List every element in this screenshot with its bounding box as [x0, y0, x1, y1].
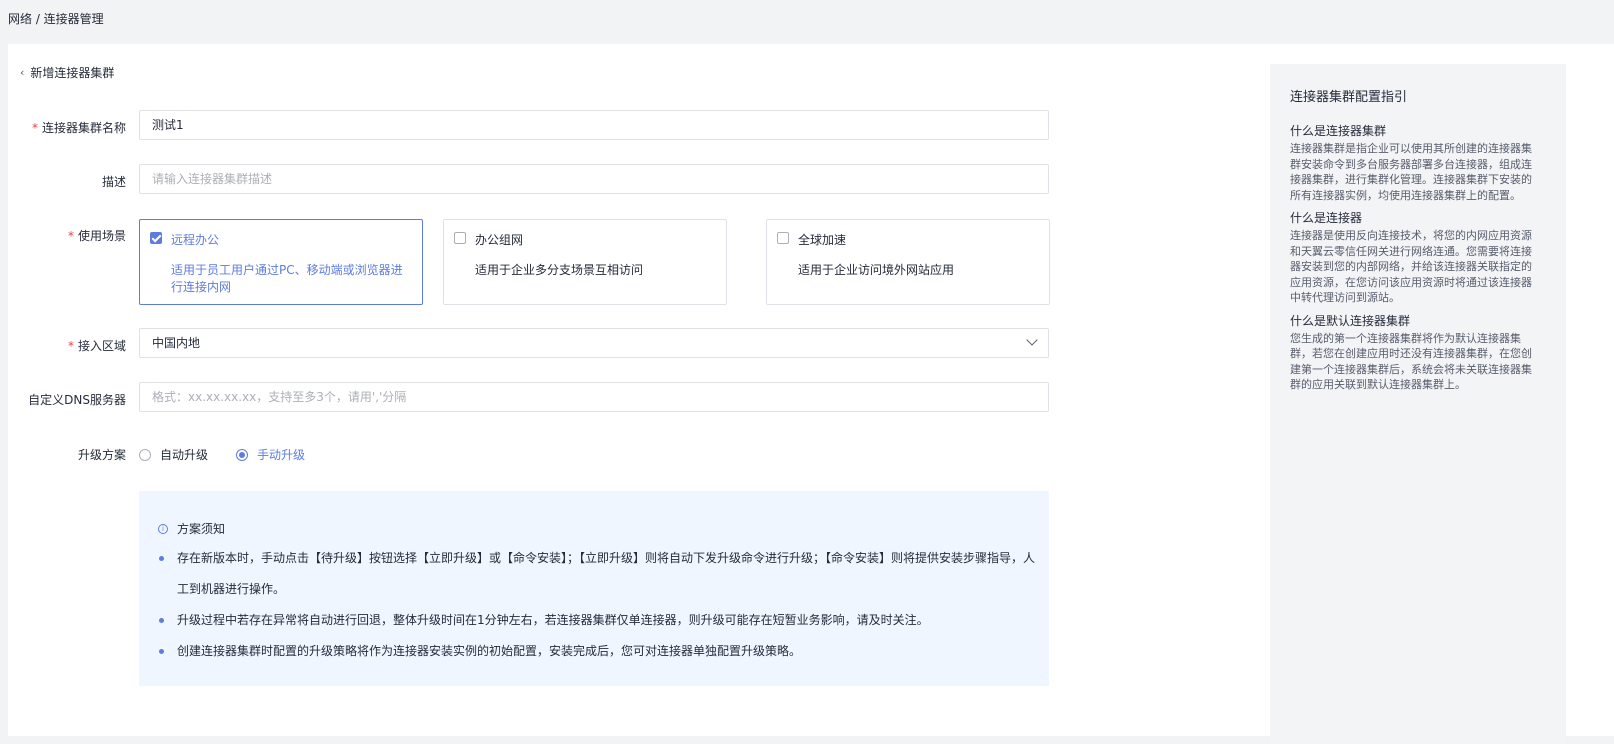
scene-option-title: 远程办公 [171, 233, 220, 247]
guide-section-text: 连接器集群是指企业可以使用其所创建的连接器集群安装命令到多台服务器部署多台连接器… [1290, 142, 1532, 202]
guide-section-title: 什么是连接器集群 [1290, 124, 1387, 138]
upgrade-label: 升级方案 [77, 448, 126, 462]
region-label: * 接入区域 [67, 339, 126, 353]
checkbox-icon[interactable] [454, 232, 466, 244]
radio-icon[interactable] [139, 448, 151, 461]
notice-item: 升级过程中若存在异常将自动进行回退，整体升级时间在1分钟左右，若连接器集群仅单连… [158, 605, 1038, 636]
page-title: 新增连接器集群 [30, 66, 115, 80]
radio-label: 手动升级 [257, 448, 306, 462]
cluster-name-input[interactable]: 测试1 [139, 110, 1049, 140]
dns-label: 自定义DNS服务器 [28, 393, 126, 407]
guide-sections: 什么是连接器集群 连接器集群是指企业可以使用其所创建的连接器集群安装命令到多台服… [1290, 122, 1538, 399]
guide-section-title: 什么是连接器 [1290, 211, 1363, 225]
scene-label: * 使用场景 [67, 229, 126, 243]
scene-option-remote-office[interactable]: 远程办公 适用于员工用户通过PC、移动端或浏览器进行连接内网 [139, 219, 423, 305]
description-input[interactable]: 请输入连接器集群描述 [139, 164, 1049, 194]
upgrade-notice-box: i 方案须知 存在新版本时，手动点击【待升级】按钮选择【立即升级】或【命令安装】… [139, 491, 1049, 686]
guide-title: 连接器集群配置指引 [1290, 90, 1408, 105]
guide-panel: 连接器集群配置指引 什么是连接器集群 连接器集群是指企业可以使用其所创建的连接器… [1270, 64, 1566, 744]
dns-input[interactable]: 格式：xx.xx.xx.xx，支持至多3个，请用','分隔 [139, 382, 1049, 412]
region-select-value: 中国内地 [152, 336, 201, 350]
checkbox-icon[interactable] [777, 232, 789, 244]
breadcrumb: 网络 / 连接器管理 [8, 12, 104, 26]
name-label: * 连接器集群名称 [31, 121, 126, 135]
notice-item: 存在新版本时，手动点击【待升级】按钮选择【立即升级】或【命令安装】；【立即升级】… [158, 543, 1038, 605]
guide-section-title: 什么是默认连接器集群 [1290, 313, 1411, 328]
scene-option-global-acceleration[interactable]: 全球加速 适用于企业访问境外网站应用 [766, 219, 1050, 305]
radio-auto-upgrade[interactable]: 自动升级 [139, 446, 208, 463]
scene-option-title: 全球加速 [798, 233, 847, 247]
scene-option-desc: 适用于企业多分支场景互相访问 [475, 263, 644, 277]
guide-section-text: 您生成的第一个连接器集群将作为默认连接器集群，若您在创建应用时还没有连接器集群，… [1290, 331, 1532, 392]
back-button[interactable]: ‹ 新增连接器集群 [20, 64, 114, 81]
scene-option-title: 办公组网 [475, 233, 524, 247]
chevron-down-icon [1026, 334, 1038, 346]
chevron-left-icon: ‹ [20, 66, 25, 79]
scene-option-desc: 适用于员工用户通过PC、移动端或浏览器进行连接内网 [171, 263, 403, 294]
notice-list: 存在新版本时，手动点击【待升级】按钮选择【立即升级】或【命令安装】；【立即升级】… [158, 543, 1038, 667]
guide-section-text: 连接器是使用反向连接技术，将您的内网应用资源和天翼云零信任网关进行网络连通。您需… [1290, 229, 1532, 304]
scene-option-desc: 适用于企业访问境外网站应用 [798, 263, 955, 277]
description-label: 描述 [101, 175, 126, 189]
notice-title: 方案须知 [177, 522, 226, 536]
scene-option-office-network[interactable]: 办公组网 适用于企业多分支场景互相访问 [443, 219, 727, 305]
radio-manual-upgrade[interactable]: 手动升级 [236, 446, 305, 463]
notice-item: 创建连接器集群时配置的升级策略将作为连接器安装实例的初始配置，安装完成后，您可对… [158, 636, 1038, 667]
upgrade-radio-group: 自动升级 手动升级 [139, 446, 333, 463]
info-icon: i [158, 523, 168, 534]
main-card: ‹ 新增连接器集群 * 连接器集群名称 测试1 描述 请输入连接器集群描述 * 使用… [8, 44, 1614, 744]
radio-label: 自动升级 [160, 448, 209, 462]
notice-header: i 方案须知 [158, 520, 225, 537]
checkbox-icon[interactable] [150, 232, 162, 244]
radio-checked-icon[interactable] [236, 448, 249, 461]
region-select[interactable]: 中国内地 [139, 328, 1049, 358]
